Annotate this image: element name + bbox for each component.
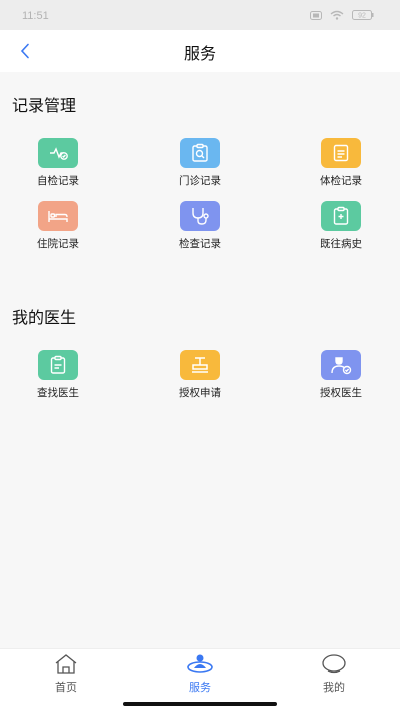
doctors-section-title: 我的医生 bbox=[12, 308, 77, 327]
medical-history-icon bbox=[321, 201, 361, 231]
tab-home-label: 首页 bbox=[55, 681, 77, 694]
nav-bar: 服务 bbox=[0, 30, 400, 72]
hospital-bed-icon bbox=[38, 201, 78, 231]
home-indicator bbox=[123, 702, 277, 706]
grid-item-medical-history[interactable]: 既往病史 bbox=[286, 201, 396, 253]
grid-item-label: 住院记录 bbox=[37, 238, 79, 250]
tab-profile[interactable]: 我的 bbox=[294, 653, 374, 697]
doctors-card: 我的医生 查找医生 授权申请 授权医生 bbox=[0, 294, 400, 424]
grid-item-label: 体检记录 bbox=[320, 175, 362, 187]
grid-item-authorization-request[interactable]: 授权申请 bbox=[145, 350, 255, 402]
grid-item-label: 自检记录 bbox=[37, 175, 79, 187]
physical-exam-icon bbox=[321, 138, 361, 168]
home-icon bbox=[55, 654, 77, 674]
authorized-doctor-icon bbox=[321, 350, 361, 380]
grid-item-physical-exam[interactable]: 体检记录 bbox=[286, 138, 396, 190]
grid-item-authorized-doctor[interactable]: 授权医生 bbox=[286, 350, 396, 402]
records-card: 记录管理 自检记录 门诊记录 体检记录 住院记录 检查记录 既往病史 bbox=[0, 72, 400, 292]
battery-level: 92 bbox=[358, 13, 366, 20]
tab-profile-label: 我的 bbox=[323, 681, 345, 694]
grid-item-label: 授权申请 bbox=[179, 387, 221, 399]
grid-item-label: 授权医生 bbox=[320, 387, 362, 399]
grid-item-find-doctor[interactable]: 查找医生 bbox=[3, 350, 113, 402]
grid-item-label: 检查记录 bbox=[179, 238, 221, 250]
stethoscope-icon bbox=[180, 201, 220, 231]
status-time: 11:51 bbox=[22, 10, 49, 22]
grid-item-examination[interactable]: 检查记录 bbox=[145, 201, 255, 253]
sim-icon bbox=[310, 10, 322, 20]
page-title: 服务 bbox=[183, 44, 216, 63]
status-bar: 11:51 92 bbox=[0, 0, 400, 30]
grid-item-outpatient[interactable]: 门诊记录 bbox=[145, 138, 255, 190]
grid-item-label: 既往病史 bbox=[320, 238, 362, 250]
grid-item-label: 查找医生 bbox=[37, 387, 79, 399]
outpatient-icon bbox=[180, 138, 220, 168]
tab-service[interactable]: 服务 bbox=[160, 653, 240, 697]
find-doctor-icon bbox=[38, 350, 78, 380]
self-check-icon bbox=[38, 138, 78, 168]
service-icon bbox=[187, 654, 213, 673]
tab-service-label: 服务 bbox=[189, 681, 211, 694]
stamp-icon bbox=[180, 350, 220, 380]
grid-item-hospitalization[interactable]: 住院记录 bbox=[3, 201, 113, 253]
records-section-title: 记录管理 bbox=[12, 96, 77, 115]
grid-item-self-check[interactable]: 自检记录 bbox=[3, 138, 113, 190]
battery-icon: 92 bbox=[352, 10, 374, 20]
status-icons: 92 bbox=[310, 10, 374, 20]
wifi-icon bbox=[330, 10, 344, 20]
grid-item-label: 门诊记录 bbox=[179, 175, 221, 187]
tab-home[interactable]: 首页 bbox=[26, 653, 106, 697]
profile-icon bbox=[322, 654, 346, 674]
main-content: 记录管理 自检记录 门诊记录 体检记录 住院记录 检查记录 既往病史 我的医生 … bbox=[0, 72, 400, 648]
